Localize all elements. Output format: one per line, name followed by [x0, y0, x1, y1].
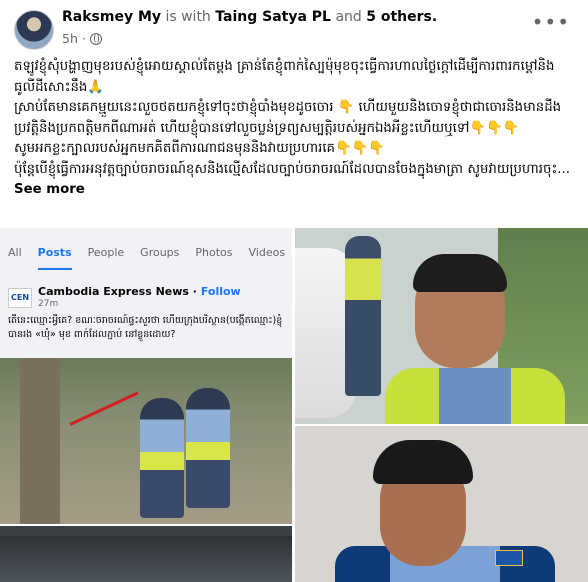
post-line-text: ប៉ុន្តែបើខ្ញុំធ្វើការអនុវត្តច្បាប់ចរាចរណ… — [14, 161, 570, 177]
uniform-shape — [385, 368, 565, 424]
post-header: Raksmey My is with Taing Satya PL and 5 … — [0, 0, 588, 56]
officer-figure — [186, 388, 230, 508]
photo-grid: All Posts People Groups Photos Videos P … — [0, 228, 588, 582]
car-shape — [0, 536, 292, 582]
photo-selfie[interactable] — [295, 228, 588, 424]
post-line: ប៉ុន្តែបើខ្ញុំធ្វើការអនុវត្តច្បាប់ចរាចរណ… — [14, 160, 580, 201]
tab-photos: Photos — [195, 246, 233, 259]
post-time[interactable]: 5h — [62, 31, 78, 46]
wall-shape — [20, 358, 60, 524]
post-meta: 5h · — [62, 31, 102, 46]
tab-all: All — [8, 246, 22, 259]
and-word: and — [335, 9, 362, 25]
screenshot-tabs: All Posts People Groups Photos Videos P — [0, 246, 292, 270]
follow-link: Follow — [200, 285, 241, 298]
badge-icon — [495, 550, 523, 566]
see-more-link[interactable]: See more — [14, 182, 85, 197]
author-line: Raksmey My is with Taing Satya PL and 5 … — [62, 9, 437, 25]
post-line: សូមអកខ្លះក្បាលរបស់អ្នកមកគិតពីការណាជនមុនន… — [14, 141, 385, 156]
globe-icon — [89, 32, 102, 45]
officer-figure — [140, 398, 184, 518]
hair-shape — [373, 440, 473, 484]
tab-posts: Posts — [37, 246, 72, 270]
screenshot-time: 27m — [38, 299, 59, 309]
author-avatar[interactable] — [14, 10, 54, 50]
photo-screenshot[interactable]: All Posts People Groups Photos Videos P … — [0, 228, 292, 524]
post-line: ស្រាប់តែមានគេកម្មួយនេះលួចថតយកខ្ញុំទៅចុះថ… — [14, 100, 562, 136]
separator-dot: · — [81, 31, 86, 46]
page-name: Cambodia Express News — [38, 285, 189, 298]
tab-people: People — [87, 246, 125, 259]
tab-groups: Groups — [140, 246, 180, 259]
more-options-button[interactable]: ••• — [532, 10, 570, 34]
with-prefix: is with — [165, 9, 211, 25]
screenshot-caption: តើនេះឈ្មោះអ្វីគេ? ខណៈចរាចរណ៍ផ្ទះសួរថា ហើ… — [8, 315, 283, 340]
photo-portrait[interactable] — [295, 426, 588, 582]
photo-car[interactable] — [0, 526, 292, 582]
officer-figure — [345, 236, 381, 396]
page-name-line: Cambodia Express News · Follow — [38, 285, 241, 298]
tagged-others[interactable]: 5 others. — [366, 9, 437, 25]
author-name[interactable]: Raksmey My — [62, 9, 161, 25]
hair-shape — [413, 254, 507, 292]
tagged-user[interactable]: Taing Satya PL — [215, 9, 331, 25]
tab-videos: Videos — [248, 246, 286, 259]
cen-logo: CEN — [8, 288, 32, 308]
post-body: តឡូវខ្ញុំសុំបង្ហាញមុខរបស់ខ្ញុំអោយស្គាល់ត… — [14, 57, 580, 201]
post-line: តឡូវខ្ញុំសុំបង្ហាញមុខរបស់ខ្ញុំអោយស្គាល់ត… — [14, 59, 555, 95]
